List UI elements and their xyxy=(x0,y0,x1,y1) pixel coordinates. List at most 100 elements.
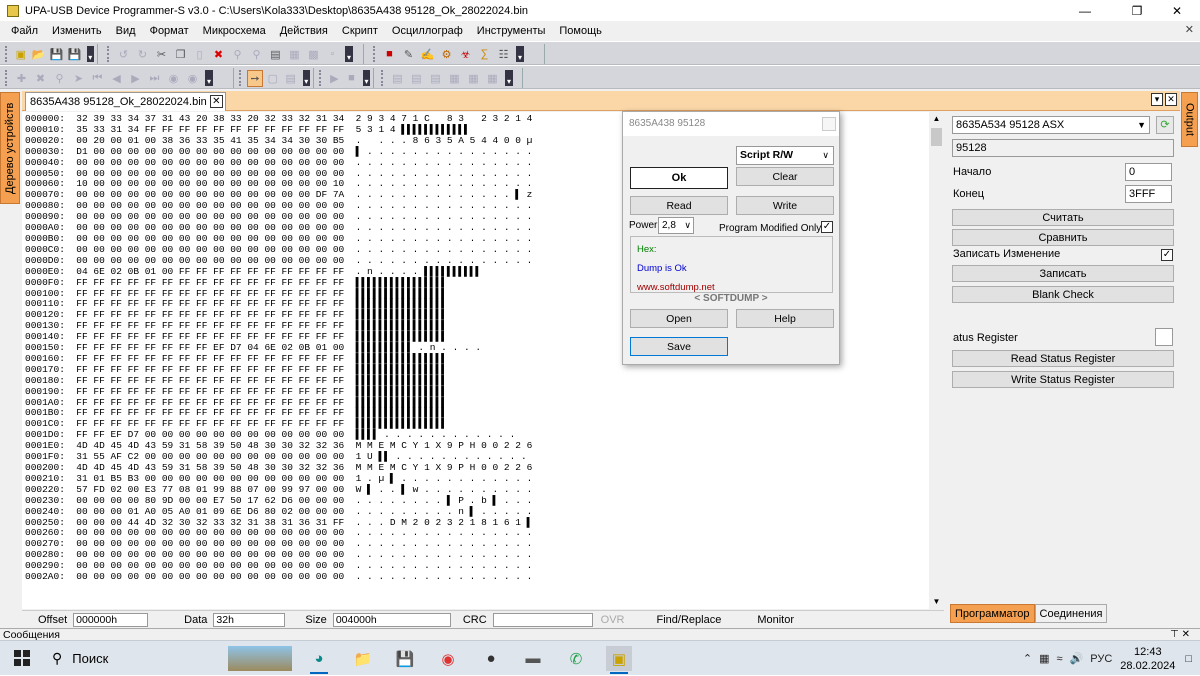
volume-icon[interactable]: 🔊 xyxy=(1070,652,1084,665)
bookmark-remove-icon[interactable]: ✖ xyxy=(32,70,49,87)
scroll-up-icon[interactable]: ▲ xyxy=(929,112,944,126)
taskbar-search[interactable]: ⚲ Поиск xyxy=(40,646,292,671)
hex-line[interactable]: 0000E0: 04 6E 02 0B 01 00 FF FF FF FF FF… xyxy=(25,266,532,278)
compare-button[interactable]: Сравнить xyxy=(952,229,1174,246)
chip-select-icon[interactable]: ■ xyxy=(381,46,398,63)
doc-dropdown-icon[interactable]: ▾ xyxy=(1151,93,1163,106)
menu-oscilloscope[interactable]: Осциллограф xyxy=(385,21,470,41)
menu-edit[interactable]: Изменить xyxy=(45,21,109,41)
find-replace-label[interactable]: Find/Replace xyxy=(651,614,728,626)
status-register-field[interactable] xyxy=(1155,328,1173,346)
toolbar-chevron-icon[interactable]: ▾ xyxy=(516,46,524,62)
blank-check-button[interactable]: Blank Check xyxy=(952,286,1174,303)
view3-icon[interactable]: ▤ xyxy=(427,70,444,87)
swap-icon[interactable]: ▫ xyxy=(324,46,341,63)
pointer-icon[interactable]: ➙ xyxy=(246,69,263,87)
device-tree-side-tab[interactable]: Дерево устройств xyxy=(0,92,20,204)
program-modified-checkbox[interactable]: ✓ xyxy=(821,221,833,233)
write-status-register-button[interactable]: Write Status Register xyxy=(952,371,1174,388)
whatsapp-icon[interactable]: ✆ xyxy=(563,646,589,671)
toolbar-chevron-icon[interactable]: ▾ xyxy=(86,46,94,62)
clock[interactable]: 12:43 28.02.2024 xyxy=(1120,645,1175,673)
write-button[interactable]: Write xyxy=(736,196,834,215)
select-range-icon[interactable]: ▤ xyxy=(283,70,299,87)
debug-bug-icon[interactable]: ☣ xyxy=(457,46,474,63)
open-folder-icon[interactable]: 📂 xyxy=(31,46,47,63)
read-status-register-button[interactable]: Read Status Register xyxy=(952,350,1174,367)
hex-line[interactable]: 000240: 00 00 00 01 A0 05 A0 01 09 6E D6… xyxy=(25,506,532,518)
toolbar-chevron-icon[interactable]: ▾ xyxy=(505,70,513,86)
document-icon[interactable]: ▤ xyxy=(267,46,284,63)
menu-chip[interactable]: Микросхема xyxy=(196,21,273,41)
fill-icon[interactable]: ▦ xyxy=(286,46,303,63)
view4-icon[interactable]: ▦ xyxy=(446,70,463,87)
write-chip-button[interactable]: Записать xyxy=(952,265,1174,282)
clear-button[interactable]: Clear xyxy=(736,167,834,186)
refresh-chip-icon[interactable]: ⟳ xyxy=(1156,116,1174,134)
cut-icon[interactable]: ✂ xyxy=(153,46,170,63)
menu-tools[interactable]: Инструменты xyxy=(470,21,553,41)
config-icon[interactable]: ⚙ xyxy=(438,46,455,63)
toolbar-grip[interactable] xyxy=(5,70,8,86)
prev-icon[interactable]: ◀ xyxy=(108,70,125,87)
bookmark-icon[interactable]: ✚ xyxy=(13,70,30,87)
save-as-icon[interactable]: 💾 xyxy=(67,46,83,63)
hex-line[interactable]: 0002A0: 00 00 00 00 00 00 00 00 00 00 00… xyxy=(25,571,532,583)
hex-line[interactable]: 000190: FF FF FF FF FF FF FF FF FF FF FF… xyxy=(25,386,532,398)
hex-line[interactable]: 0000F0: FF FF FF FF FF FF FF FF FF FF FF… xyxy=(25,277,532,289)
checksum-icon[interactable]: ▩ xyxy=(305,46,322,63)
mark-icon[interactable]: ◉ xyxy=(165,70,182,87)
doc-close-icon[interactable]: ✕ xyxy=(1165,93,1177,106)
view5-icon[interactable]: ▦ xyxy=(465,70,482,87)
toolbar-chevron-icon[interactable]: ▾ xyxy=(205,70,213,86)
delete-icon[interactable]: ✖ xyxy=(210,46,227,63)
unmark-icon[interactable]: ◉ xyxy=(184,70,201,87)
output-side-tab[interactable]: Output xyxy=(1181,92,1198,147)
find-icon[interactable]: ⚲ xyxy=(229,46,246,63)
script-icon[interactable]: ✎ xyxy=(400,46,417,63)
start-input[interactable]: 0 xyxy=(1125,163,1172,181)
paste-icon[interactable]: ▯ xyxy=(191,46,208,63)
undo-icon[interactable]: ↺ xyxy=(115,46,132,63)
tab-programmer[interactable]: Программатор xyxy=(950,604,1035,623)
last-icon[interactable]: ⏭ xyxy=(146,70,163,87)
replace-icon[interactable]: ⚲ xyxy=(248,46,265,63)
edge-icon[interactable]: ◕ xyxy=(306,646,332,671)
menu-actions[interactable]: Действия xyxy=(273,21,335,41)
redo-icon[interactable]: ↻ xyxy=(134,46,151,63)
toolbar-grip[interactable] xyxy=(381,70,384,86)
stop-icon[interactable]: ■ xyxy=(344,70,359,87)
ok-status-button[interactable]: Ok xyxy=(630,167,728,189)
toolbar-grip[interactable] xyxy=(239,70,242,86)
menu-help[interactable]: Помощь xyxy=(552,21,609,41)
new-file-icon[interactable]: ▣ xyxy=(13,46,29,63)
view6-icon[interactable]: ▦ xyxy=(484,70,501,87)
goto-icon[interactable]: ➤ xyxy=(70,70,87,87)
read-button[interactable]: Read xyxy=(630,196,728,215)
edit-icon[interactable]: ✍ xyxy=(419,46,436,63)
run-icon[interactable]: ▶ xyxy=(327,70,342,87)
view1-icon[interactable]: ▤ xyxy=(389,70,406,87)
copy-icon[interactable]: ❐ xyxy=(172,46,189,63)
mdi-close-icon[interactable]: ✕ xyxy=(1185,23,1194,36)
save-button[interactable]: Save xyxy=(630,337,728,356)
windows-start-icon[interactable] xyxy=(14,650,30,666)
save-disk-icon[interactable]: 💾 xyxy=(392,646,418,671)
oscilloscope-icon[interactable]: ∑ xyxy=(476,46,493,63)
zoom-icon[interactable]: ⚲ xyxy=(51,70,68,87)
network-icon[interactable]: ☷ xyxy=(495,46,512,63)
select-icon[interactable]: ▢ xyxy=(265,70,281,87)
view2-icon[interactable]: ▤ xyxy=(408,70,425,87)
hex-line[interactable]: 000230: 00 00 00 00 80 9D 00 00 E7 50 17… xyxy=(25,495,532,507)
upa-programmer-icon[interactable]: ▣ xyxy=(606,646,632,671)
first-icon[interactable]: ⏮ xyxy=(89,70,106,87)
chevron-up-icon[interactable]: ⌃ xyxy=(1023,652,1032,665)
tab-connections[interactable]: Соединения xyxy=(1034,604,1108,623)
chrome-icon[interactable]: ◉ xyxy=(435,646,461,671)
menu-file[interactable]: Файл xyxy=(4,21,45,41)
scroll-down-icon[interactable]: ▼ xyxy=(929,595,944,609)
toolbar-chevron-icon[interactable]: ▾ xyxy=(302,70,311,86)
device-icon[interactable]: ▬ xyxy=(520,646,546,671)
file-explorer-icon[interactable]: 📁 xyxy=(350,646,376,671)
scroll-thumb[interactable] xyxy=(931,128,942,146)
